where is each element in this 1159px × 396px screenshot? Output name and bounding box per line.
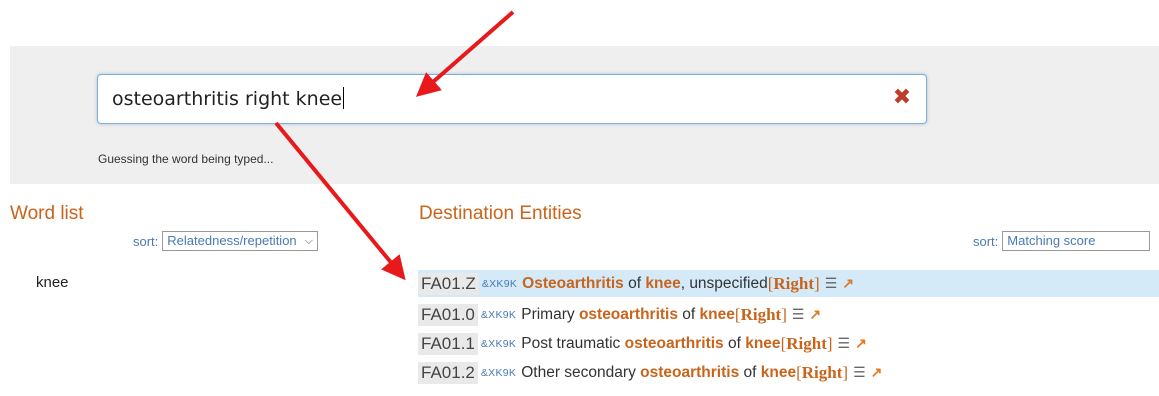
highlighted-term: knee [645,274,681,292]
highlighted-term: knee [745,334,781,352]
word-list-sort-select[interactable]: Relatedness/repetition ⌵ [162,231,318,251]
text-caret [343,87,345,109]
open-external-icon[interactable]: ↗ [871,364,883,381]
highlighted-term: knee [699,305,735,323]
title-text: of [739,363,761,381]
destination-sort: sort: Matching score [973,231,1151,251]
result-code[interactable]: FA01.0 [418,303,478,326]
title-text: of [678,305,700,323]
result-code[interactable]: FA01.1 [418,332,478,355]
list-icon[interactable]: ☰ [792,306,805,323]
title-text: Other secondary [521,363,641,381]
highlighted-term: osteoarthritis [640,363,740,381]
destination-sort-select[interactable]: Matching score [1002,231,1151,251]
result-title[interactable]: Post traumatic osteoarthritis of knee [521,335,780,353]
list-icon[interactable]: ☰ [825,275,838,292]
word-list-title: Word list [10,203,84,224]
laterality-qualifier: [Right] [734,304,787,324]
search-input[interactable]: osteoarthritis right knee ✖ [97,74,927,124]
destination-sort-label: sort: [973,233,999,249]
destination-sort-value: Matching score [1007,233,1096,248]
highlighted-term: osteoarthritis [624,334,724,352]
highlighted-term: Osteoarthritis [522,274,624,292]
result-row[interactable]: FA01.Z &XK9K Osteoarthritis of knee, unspe… [418,270,1159,297]
highlighted-term: osteoarthritis [578,305,678,323]
search-input-value: osteoarthritis right knee [112,88,343,110]
title-text: Primary [521,305,579,323]
word-list-sort-value: Relatedness/repetition [167,233,297,248]
laterality-qualifier: [Right] [780,333,833,353]
typing-hint: Guessing the word being typed... [98,152,274,166]
title-text: Post traumatic [521,334,625,352]
result-title[interactable]: Primary osteoarthritis of knee [521,306,735,324]
destination-entities-title: Destination Entities [419,203,582,224]
laterality-value: Right [786,333,827,353]
result-extension-code[interactable]: &XK9K [482,278,517,290]
open-external-icon[interactable]: ↗ [855,335,867,352]
laterality-value: Right [801,362,843,382]
result-row[interactable]: FA01.0 &XK9K Primary osteoarthritis of kne… [418,301,1159,328]
word-list-sort: sort: Relatedness/repetition ⌵ [133,231,318,251]
word-list-sort-label: sort: [133,233,159,249]
open-external-icon[interactable]: ↗ [842,275,854,292]
result-code[interactable]: FA01.2 [418,361,478,384]
word-list-item[interactable]: knee [36,274,69,291]
chevron-down-icon: ⌵ [304,235,313,247]
highlighted-term: knee [760,363,797,381]
laterality-qualifier: [Right] [767,273,820,293]
result-extension-code[interactable]: &XK9K [481,309,516,321]
open-external-icon[interactable]: ↗ [809,306,821,323]
title-text: of [623,274,646,292]
title-text: of [723,334,746,352]
laterality-qualifier: [Right] [796,362,849,382]
result-extension-code[interactable]: &XK9K [481,338,516,350]
laterality-value: Right [773,273,815,293]
result-code[interactable]: FA01.Z [418,272,479,295]
result-title[interactable]: Osteoarthritis of knee, unspecified [522,275,768,293]
list-icon[interactable]: ☰ [853,364,866,381]
result-row[interactable]: FA01.2 &XK9K Other secondary osteoarthriti… [418,359,1159,386]
result-extension-code[interactable]: &XK9K [481,367,516,379]
laterality-value: Right [740,304,782,324]
clear-search-icon[interactable]: ✖ [890,86,914,110]
result-title[interactable]: Other secondary osteoarthritis of knee [521,364,796,382]
list-icon[interactable]: ☰ [838,335,851,352]
result-row[interactable]: FA01.1 &XK9K Post traumatic osteoarthritis… [418,330,1159,357]
title-text: , unspecified [680,274,768,292]
